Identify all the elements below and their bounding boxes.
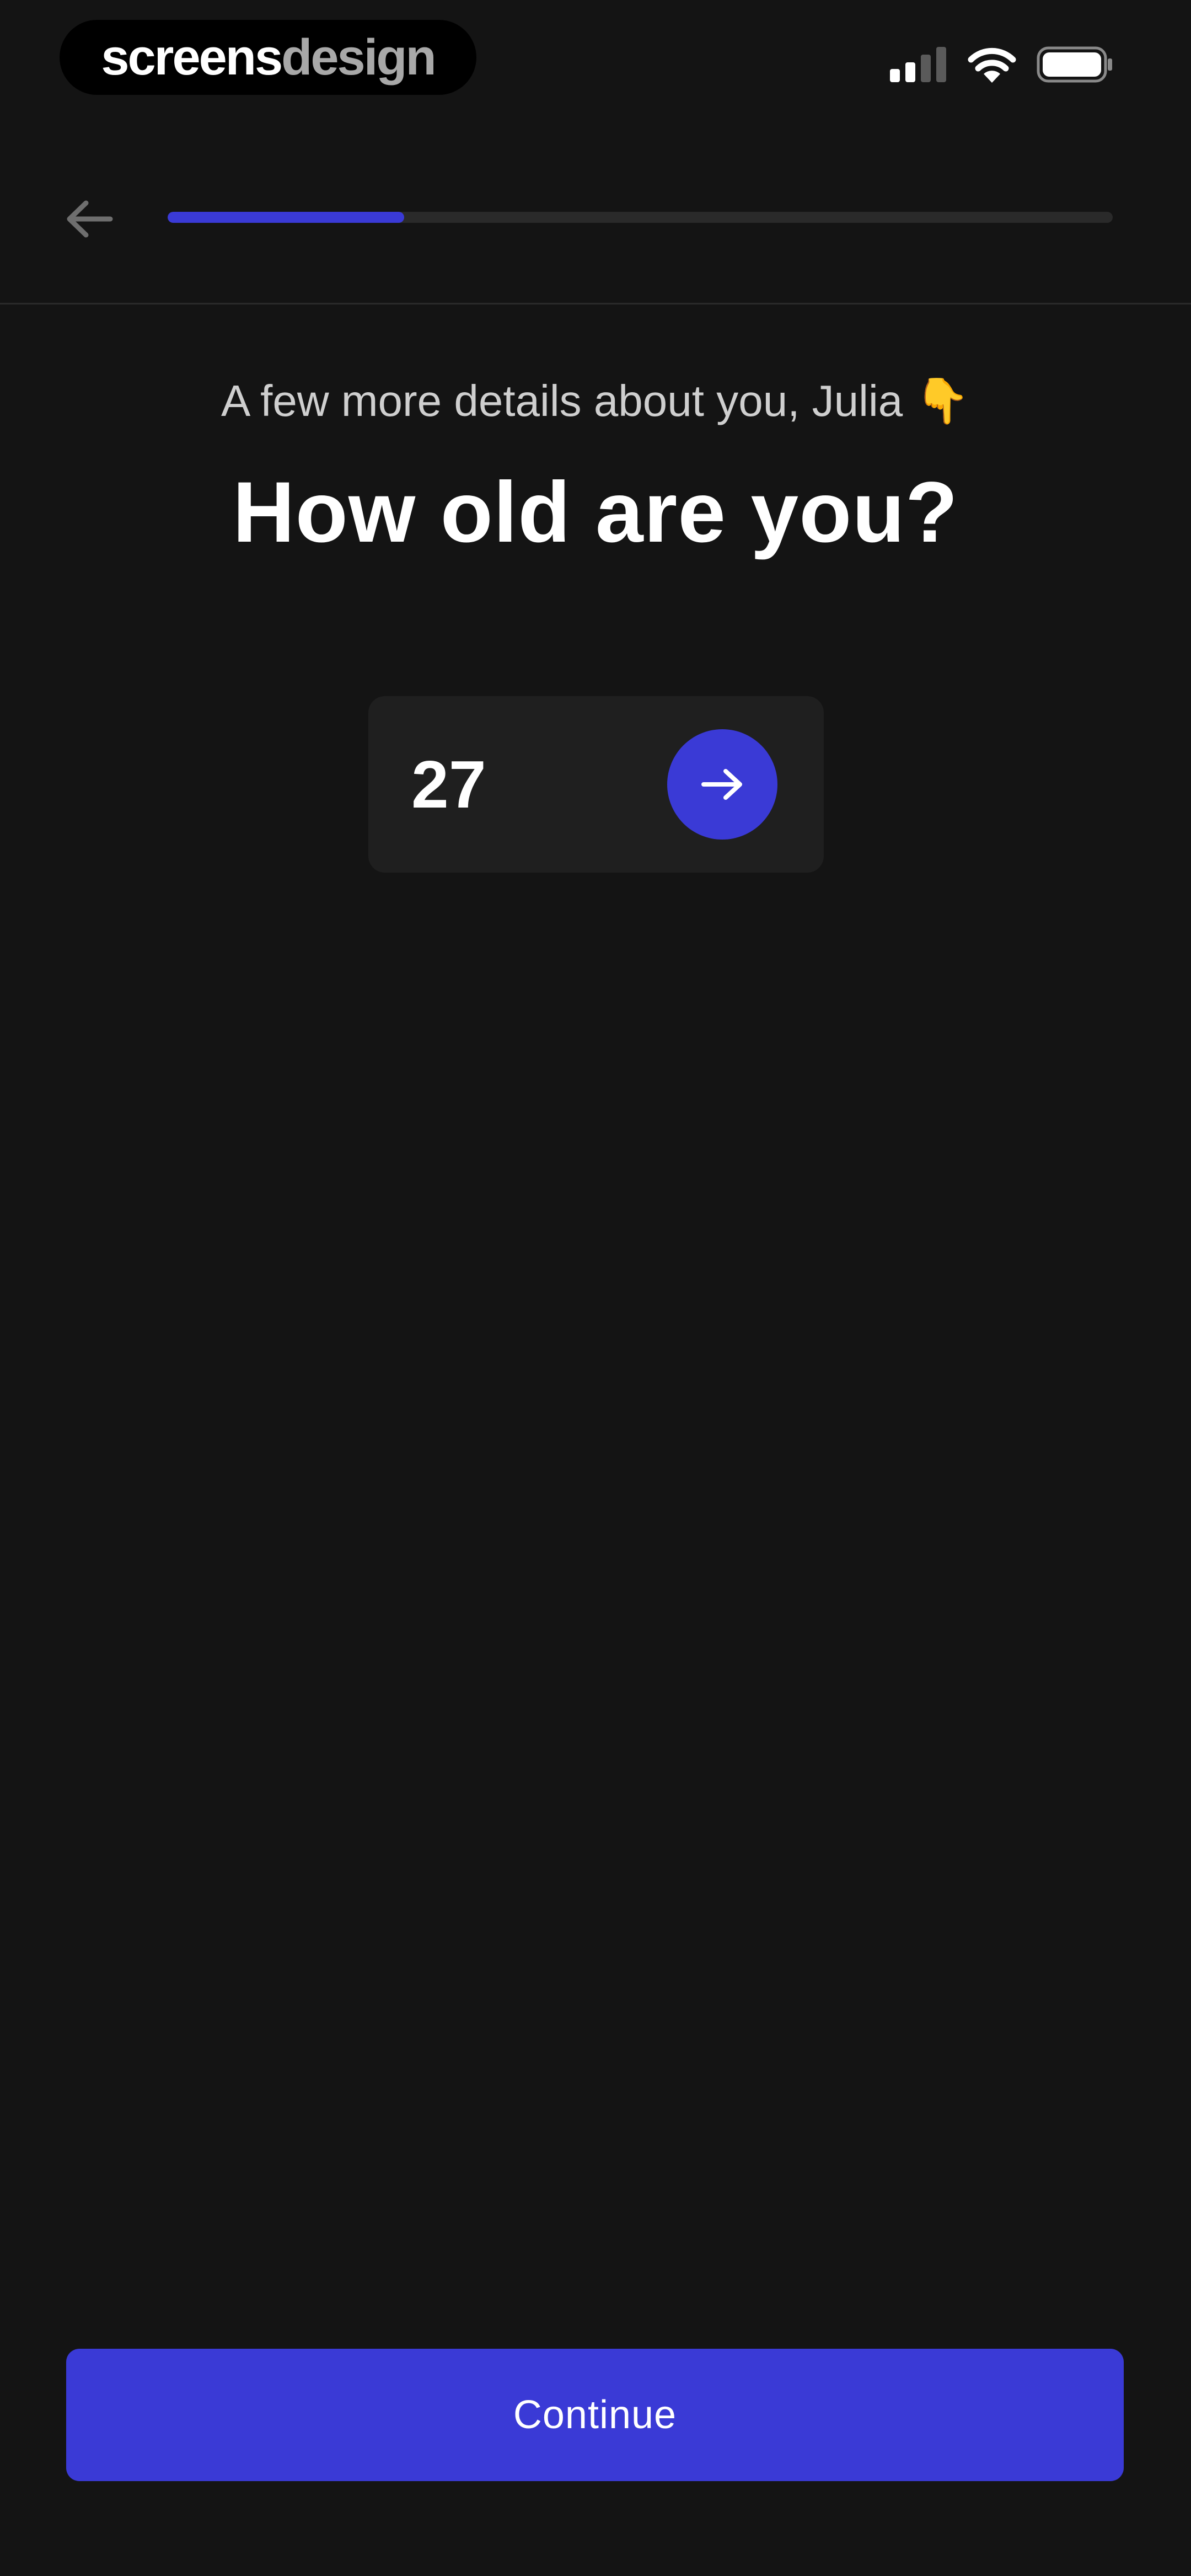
age-input-card [368, 696, 824, 873]
continue-button[interactable]: Continue [66, 2349, 1124, 2481]
greeting-subtitle: A few more details about you, Julia 👇 [221, 376, 970, 425]
battery-icon [1037, 46, 1112, 83]
brand-logo-secondary: design [281, 29, 436, 85]
brand-logo-primary: screens [101, 29, 283, 85]
page-title: How old are you? [232, 464, 959, 560]
age-onboarding-screen: screens design A few more details about … [0, 0, 1191, 2576]
brand-logo: screens design [60, 20, 476, 95]
wifi-icon [968, 47, 1016, 83]
back-button[interactable] [53, 189, 125, 249]
arrow-right-icon [701, 769, 742, 800]
age-submit-button[interactable] [667, 729, 777, 840]
status-bar: screens design [0, 0, 1191, 132]
arrow-left-icon [67, 200, 113, 238]
nav-header [0, 165, 1191, 304]
status-icons [890, 46, 1114, 83]
age-input[interactable] [411, 746, 621, 823]
progress-bar-fill [168, 212, 404, 223]
progress-bar [168, 212, 1113, 223]
cellular-signal-icon [890, 47, 946, 82]
